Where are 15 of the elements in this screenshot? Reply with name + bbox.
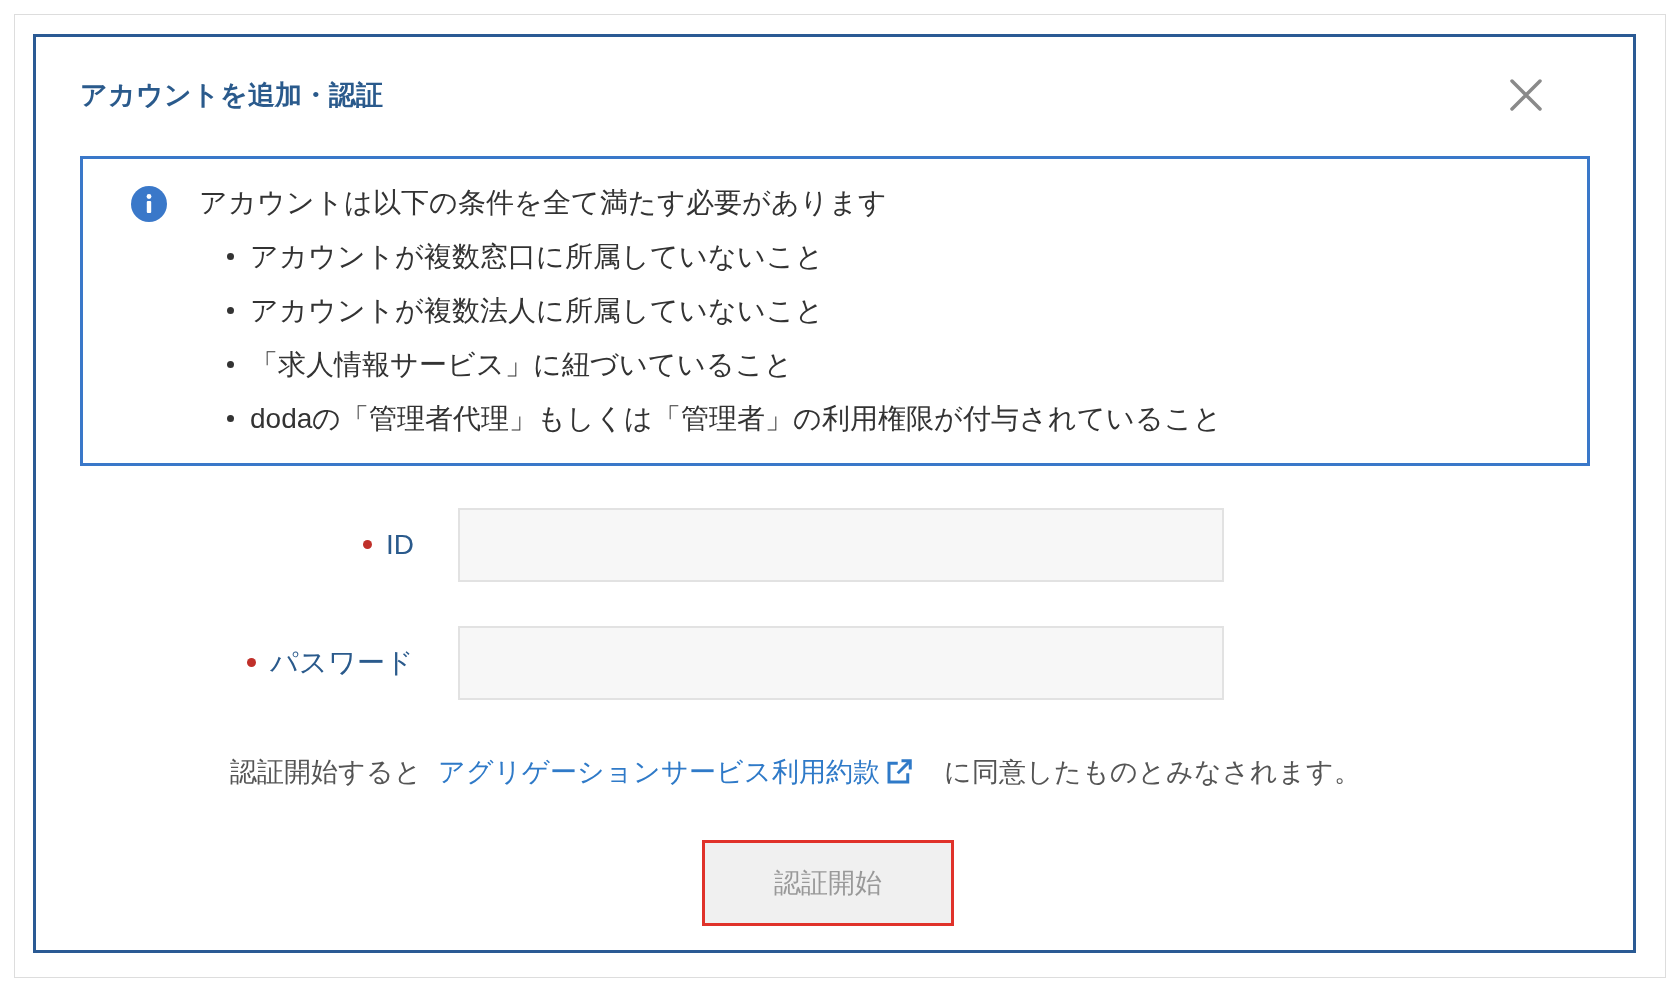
notice-heading: アカウントは以下の条件を全て満たす必要があります	[199, 185, 888, 220]
input-field[interactable]	[458, 507, 1224, 582]
requirement-text: dodaの「管理者代理」もしくは「管理者」の利用権限が付与されていること	[250, 401, 1223, 436]
terms-link[interactable]: アグリゲーションサービス利用約款	[438, 751, 914, 792]
info-icon	[131, 185, 167, 222]
field-label: ID	[386, 527, 414, 562]
field-label: パスワード	[270, 645, 414, 680]
input-field[interactable]	[458, 625, 1224, 700]
requirement-text: 「求人情報サービス」に紐づいていること	[250, 347, 793, 382]
close-icon[interactable]	[1509, 78, 1543, 113]
requirement-text: アカウントが複数法人に所属していないこと	[250, 293, 824, 328]
dialog-title: アカウントを追加・認証	[80, 79, 383, 112]
terms-text: に同意したものとみなされます。	[944, 755, 1361, 789]
terms-text: 認証開始すると	[230, 755, 422, 789]
requirement-text: アカウントが複数窓口に所属していないこと	[250, 239, 824, 274]
